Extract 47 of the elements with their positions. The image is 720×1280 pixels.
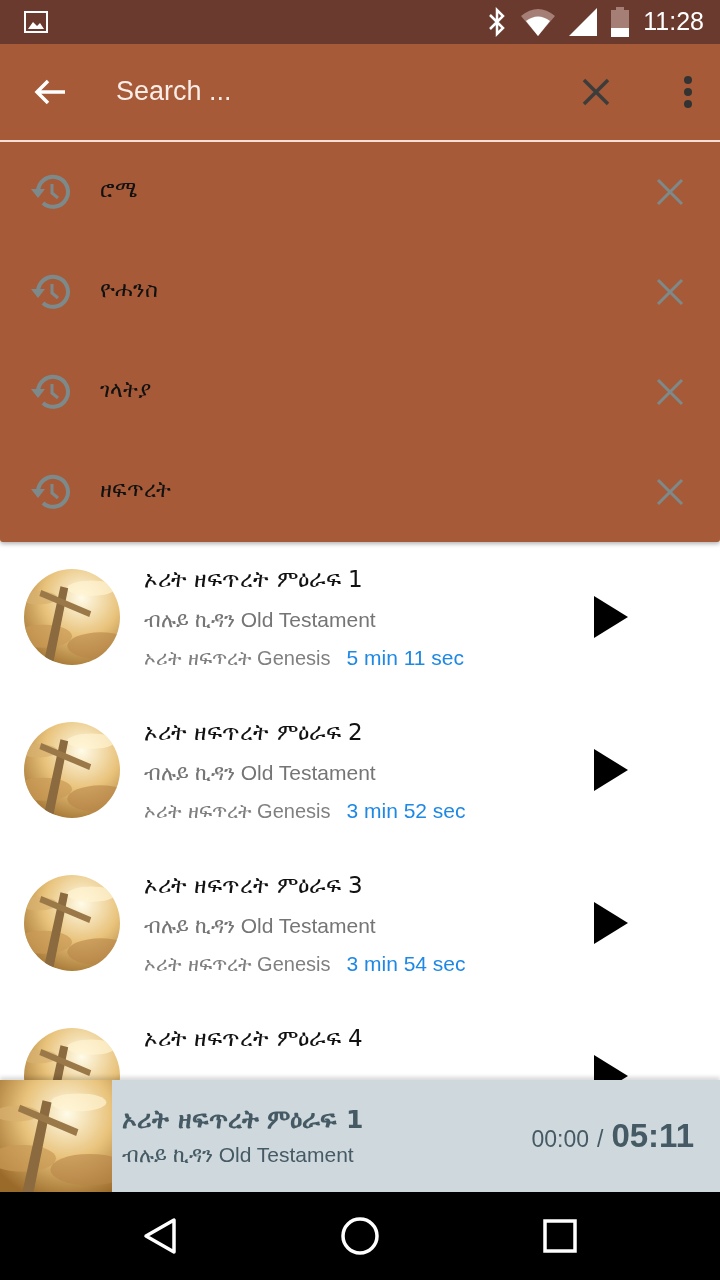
track-title: ኦሪት ዘፍጥረት ምዕራፍ 2 — [144, 717, 364, 747]
suggestion-item[interactable]: ዮሐንስ — [0, 241, 720, 342]
total-time: 05:11 — [611, 1117, 694, 1156]
square-recents-icon — [543, 1219, 577, 1253]
close-icon — [656, 377, 684, 406]
time-separator: / — [597, 1126, 604, 1154]
wifi-icon — [521, 8, 556, 36]
track-duration: 3 min 54 sec — [346, 950, 466, 977]
suggestion-text: ዮሐንስ — [100, 277, 159, 305]
play-icon — [594, 901, 628, 944]
now-playing-subtitle: ብሉይ ኪዳን Old Testament — [122, 1143, 355, 1168]
close-icon — [656, 277, 684, 306]
track-item[interactable]: ኦሪት ዘፍጥረት ምዕራፍ 3 ብሉይ ኪዳን Old Testament ኦሪት ዘፍጥረት Genesis 3 min 54 sec — [0, 847, 720, 1001]
menu-icon — [684, 75, 692, 108]
suggestion-text: ዘፍጥረት — [100, 477, 172, 505]
track-title: ኦሪት ዘፍጥረት ምዕራፍ 3 — [144, 870, 364, 900]
track-duration: 3 min 52 sec — [346, 797, 466, 824]
track-item[interactable]: ኦሪት ዘፍጥረት ምዕራፍ 2 ብሉይ ኪዳን Old Testament ኦሪት ዘፍጥረት Genesis 3 min 52 sec — [0, 694, 720, 848]
suggestion-text: ሮሜ — [100, 177, 138, 205]
clock-time: 11:28 — [643, 7, 704, 37]
track-subtitle: ብሉይ ኪዳን Old Testament — [144, 912, 377, 939]
suggestion-item[interactable]: ዘፍጥረት — [0, 441, 720, 542]
book-name: ኦሪት ዘፍጥረት Genesis — [144, 645, 331, 671]
book-name: ኦሪት ዘፍጥረት Genesis — [144, 951, 331, 977]
play-icon — [594, 595, 628, 638]
battery-icon — [611, 7, 630, 37]
image-icon — [24, 11, 48, 33]
now-playing-title: ኦሪት ዘፍጥረት ምዕራፍ 1 — [122, 1105, 365, 1136]
triangle-back-icon — [143, 1217, 177, 1255]
circle-home-icon — [341, 1217, 379, 1255]
back-arrow-icon — [33, 77, 67, 106]
close-icon — [656, 177, 684, 206]
book-name: ኦሪት ዘፍጥረት Genesis — [144, 798, 331, 824]
suggestion-text: ገላትያ — [100, 377, 152, 405]
suggestion-item[interactable]: ገላትያ — [0, 341, 720, 442]
close-icon — [656, 477, 684, 506]
track-title: ኦሪት ዘፍጥረት ምዕራፍ 1 — [144, 564, 364, 594]
close-icon — [582, 77, 610, 106]
track-subtitle: ብሉይ ኪዳን Old Testament — [144, 606, 377, 633]
track-duration: 5 min 11 sec — [346, 644, 464, 671]
track-item[interactable]: ኦሪት ዘፍጥረት ምዕራፍ 1 ብሉይ ኪዳን Old Testament ኦሪት ዘፍጥረት Genesis 5 min 11 sec — [0, 541, 720, 695]
elapsed-time: 00:00 — [531, 1126, 589, 1154]
suggestion-item[interactable]: ሮሜ — [0, 141, 720, 242]
play-icon — [594, 748, 628, 791]
track-subtitle: ብሉይ ኪዳን Old Testament — [144, 759, 377, 786]
signal-icon — [569, 8, 598, 36]
track-title: ኦሪት ዘፍጥረት ምዕራፍ 4 — [144, 1023, 364, 1053]
